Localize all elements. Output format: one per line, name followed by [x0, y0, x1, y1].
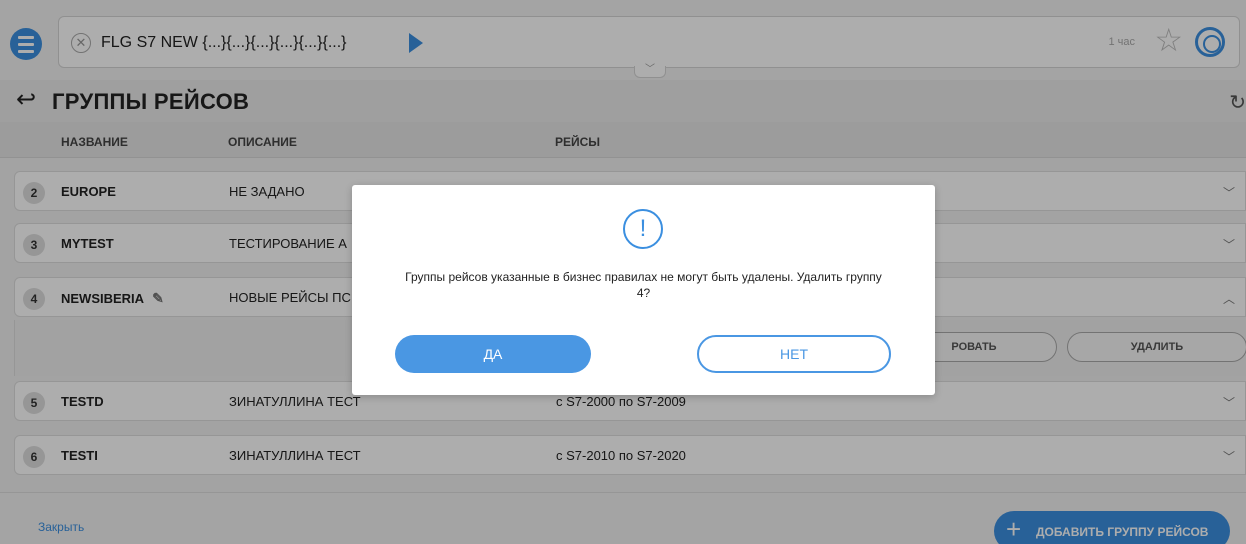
- no-button[interactable]: НЕТ: [697, 335, 891, 373]
- confirm-dialog: ! Группы рейсов указанные в бизнес прави…: [352, 185, 935, 395]
- dialog-message-line1: Группы рейсов указанные в бизнес правила…: [405, 270, 882, 284]
- dialog-message: Группы рейсов указанные в бизнес правила…: [366, 269, 921, 301]
- exclamation-icon: !: [623, 209, 663, 249]
- dialog-message-line2: 4?: [636, 286, 651, 300]
- yes-button[interactable]: ДА: [395, 335, 591, 373]
